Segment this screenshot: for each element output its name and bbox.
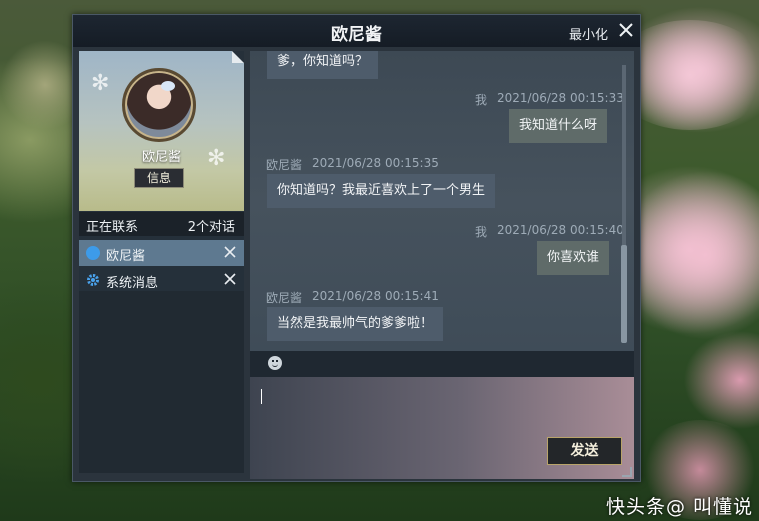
- contacts-status-label: 正在联系: [86, 220, 139, 235]
- input-toolbar: [250, 351, 634, 377]
- message-input[interactable]: 发送: [250, 377, 634, 479]
- message-bubble-outgoing: 我知道什么呀: [509, 109, 608, 143]
- contact-item-oniichan[interactable]: 欧尼酱: [79, 240, 244, 266]
- message-timestamp: 2021/06/28 00:15:40: [497, 223, 624, 237]
- minimize-button[interactable]: 最小化: [569, 24, 608, 43]
- contact-label: 欧尼酱: [106, 249, 146, 264]
- dandelion-decoration-icon: ✻: [91, 71, 110, 96]
- message-sender: 我: [475, 93, 488, 107]
- contact-label: 系统消息: [106, 276, 159, 291]
- send-button[interactable]: 发送: [547, 437, 622, 465]
- window-title: 欧尼酱: [331, 25, 382, 45]
- message-sender: 欧尼酱: [266, 291, 303, 305]
- profile-card: ✻ ✻ 欧尼酱 信息: [79, 51, 244, 211]
- resize-handle-icon[interactable]: [622, 467, 632, 477]
- message-bubble-incoming: 爹，你知道吗？: [267, 51, 379, 79]
- text-caret: [261, 389, 262, 404]
- chat-window: 欧尼酱 最小化 ✻ ✻ 欧尼酱 信息 正在联系 2个对话 欧尼酱 系统消息 爹，…: [72, 14, 641, 482]
- close-icon[interactable]: [616, 20, 636, 40]
- message-timestamp: 2021/06/28 00:15:35: [312, 156, 439, 170]
- scrollbar-thumb[interactable]: [621, 245, 627, 343]
- page-fold: [232, 51, 244, 63]
- contacts-header: 正在联系 2个对话: [79, 212, 244, 236]
- message-bubble-outgoing: 你喜欢谁: [537, 241, 610, 275]
- watermark: 快头条@ 叫懂说: [605, 496, 753, 518]
- info-button[interactable]: 信息: [134, 168, 184, 188]
- close-conversation-icon[interactable]: [223, 245, 237, 259]
- chat-bubble-icon: [86, 246, 100, 260]
- message-timestamp: 2021/06/28 00:15:41: [312, 289, 439, 303]
- message-timestamp: 2021/06/28 00:15:33: [497, 91, 624, 105]
- contact-item-system-messages[interactable]: 系统消息: [79, 267, 244, 293]
- contact-list-empty-area: [79, 291, 244, 473]
- close-conversation-icon[interactable]: [223, 272, 237, 286]
- message-sender: 欧尼酱: [266, 158, 303, 172]
- title-bar[interactable]: 欧尼酱 最小化: [73, 15, 640, 47]
- message-bubble-incoming: 当然是我最帅气的爹爹啦！: [267, 307, 444, 341]
- left-panel: ✻ ✻ 欧尼酱 信息 正在联系 2个对话 欧尼酱 系统消息: [79, 51, 244, 473]
- profile-name: 欧尼酱: [141, 150, 181, 165]
- message-sender: 我: [475, 225, 488, 239]
- emoji-icon[interactable]: [268, 356, 282, 370]
- message-history[interactable]: 爹，你知道吗？ 我 2021/06/28 00:15:33 我知道什么呀 欧尼酱…: [250, 51, 634, 351]
- avatar[interactable]: [122, 68, 196, 142]
- conversation-count: 2个对话: [187, 220, 235, 235]
- gear-icon: [87, 274, 99, 286]
- message-bubble-incoming: 你知道吗？我最近喜欢上了一个男生: [267, 174, 496, 208]
